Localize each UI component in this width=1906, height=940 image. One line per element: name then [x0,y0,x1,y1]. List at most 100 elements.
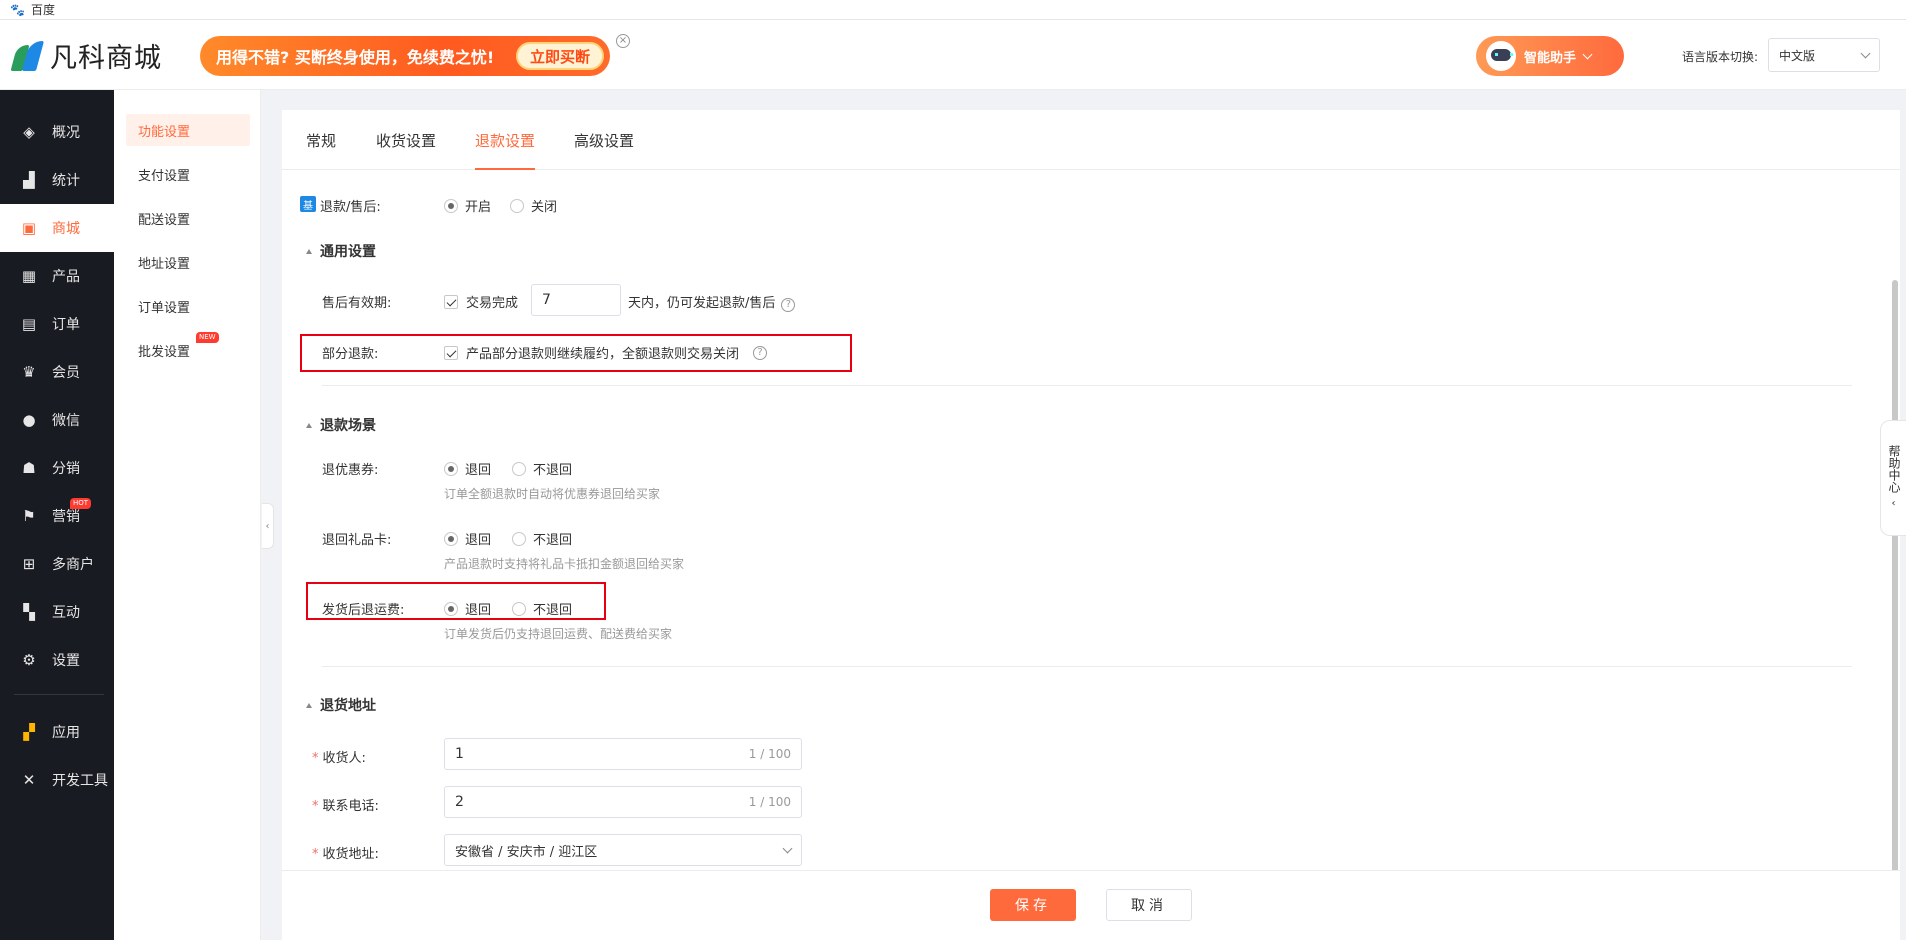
help-center-tab[interactable]: 帮助中心 ‹ [1880,420,1906,536]
tab-receipt[interactable]: 收货设置 [376,130,436,170]
browser-tab-title[interactable]: 百度 [31,1,55,18]
validity-suffix: 天内，仍可发起退款/售后? [628,292,796,312]
validity-checkbox[interactable]: 交易完成 [444,292,518,311]
sidebar-item-label: 统计 [52,173,80,189]
sidebar-item-label: 分销 [52,461,80,477]
gear-icon: ⚙ [22,651,36,669]
language-select[interactable]: 中文版 [1768,38,1880,72]
sidebar-item-label: 设置 [52,653,80,669]
language-label: 语言版本切换: [1682,50,1759,64]
sidebar-item-members[interactable]: ♛ 会员 [0,348,114,396]
receiver-label-text: 收货人: [322,751,366,766]
sidebar-item-distribution[interactable]: ☗ 分销 [0,444,114,492]
freight-label: 发货后退运费: [322,603,405,618]
promo-close-icon[interactable]: × [616,34,630,48]
sidebar-item-label: 概况 [52,125,80,141]
general-section-title[interactable]: 通用设置 [306,241,376,261]
giftcard-return-radio[interactable]: 退回 [444,529,491,548]
sidebar-item-label: 多商户 [52,557,94,573]
receiver-input[interactable]: 1 1 / 100 [444,738,802,770]
collapse-triangle-icon [306,702,312,708]
input-value: 安徽省 / 安庆市 / 迎江区 [455,844,598,860]
help-question-icon[interactable]: ? [781,297,796,312]
scrollbar[interactable] [1892,280,1898,940]
promo-banner[interactable]: 用得不错? 买断终身使用，免续费之忧! 立即买断 [200,36,610,76]
subnav-item-label: 批发设置 [138,344,191,360]
sidebar-item-wechat[interactable]: ● 微信 [0,396,114,444]
logo[interactable]: 凡科商城 [10,36,162,75]
address-select[interactable]: 安徽省 / 安庆市 / 迎江区 [444,834,802,866]
shop-icon: ▣ [21,219,37,237]
checkbox-box [444,345,458,360]
subnav-item-delivery[interactable]: 配送设置 [126,202,250,234]
radio-label: 不退回 [533,463,573,478]
validity-days-input[interactable]: 7 [531,284,621,316]
subnav-item-address[interactable]: 地址设置 [126,246,250,278]
radio-dot [510,198,524,213]
subnav-item-order[interactable]: 订单设置 [126,290,250,322]
radio-label: 不退回 [533,603,573,618]
subnav-item-payment[interactable]: 支付设置 [126,158,250,190]
coupon-noreturn-radio[interactable]: 不退回 [512,459,572,478]
collapse-subnav-handle[interactable]: ‹ [262,503,274,549]
receiver-label: * 收货人: [312,747,366,766]
wechat-icon: ● [22,411,36,429]
new-badge: NEW [196,332,219,343]
sidebar-item-multi-merchant[interactable]: ⊞ 多商户 [0,540,114,588]
address-section-title[interactable]: 退货地址 [306,695,376,715]
sidebar-item-interaction[interactable]: ▚ 互动 [0,588,114,636]
tools-icon: ✕ [22,771,36,789]
phone-input[interactable]: 2 1 / 100 [444,786,802,818]
freight-return-radio[interactable]: 退回 [444,599,491,618]
language-value: 中文版 [1779,48,1816,63]
sidebar-item-orders[interactable]: ▤ 订单 [0,300,114,348]
save-button[interactable]: 保存 [990,889,1076,921]
refund-on-radio[interactable]: 开启 [444,196,491,215]
smart-assistant-button[interactable]: 智能助手 [1476,36,1624,76]
collapse-triangle-icon [306,422,312,428]
subnav-item-function[interactable]: 功能设置 [126,114,250,146]
section-title-text: 退款场景 [320,418,376,434]
sidebar-item-shop[interactable]: ▣ 商城 [0,204,114,252]
cancel-button[interactable]: 取消 [1106,889,1192,921]
buyout-button[interactable]: 立即买断 [515,42,604,70]
app-icon: ▞ [23,723,35,741]
sidebar-item-products[interactable]: ▦ 产品 [0,252,114,300]
sidebar-item-label: 会员 [52,365,80,381]
freight-noreturn-radio[interactable]: 不退回 [512,599,572,618]
settings-tabs: 常规 收货设置 退款设置 高级设置 [282,110,1900,170]
input-value: 1 [455,746,464,762]
input-value: 2 [455,794,464,810]
sidebar-item-label: 微信 [52,413,80,429]
scenes-section-title[interactable]: 退款场景 [306,415,376,435]
sidebar-item-overview[interactable]: ◈ 概况 [0,108,114,156]
hot-badge: HOT [70,498,92,509]
giftcard-label: 退回礼品卡: [322,533,392,548]
coupon-return-radio[interactable]: 退回 [444,459,491,478]
tab-refund[interactable]: 退款设置 [475,130,536,170]
action-footer: 保存 取消 [282,870,1900,940]
refund-off-radio[interactable]: 关闭 [510,196,557,215]
sidebar-item-settings[interactable]: ⚙ 设置 [0,636,114,684]
subnav-item-wholesale[interactable]: 批发设置 NEW [126,332,250,366]
crown-icon: ♛ [22,363,36,381]
sidebar-item-label: 开发工具 [52,773,108,789]
giftcard-noreturn-radio[interactable]: 不退回 [512,529,572,548]
settings-subnav: 功能设置 支付设置 配送设置 地址设置 订单设置 批发设置 NEW [114,90,261,940]
tab-advanced[interactable]: 高级设置 [574,130,634,170]
checkbox-box [444,294,458,309]
chevron-left-icon: ‹ [1891,498,1896,509]
collapse-triangle-icon [306,248,312,254]
flag-icon: ⚑ [22,507,36,525]
sidebar-item-dev-tools[interactable]: ✕ 开发工具 [0,756,114,804]
partial-refund-checkbox[interactable]: 产品部分退款则继续履约，全额退款则交易关闭? [444,343,768,362]
grid-icon: ▦ [21,267,37,285]
sidebar-item-label: 应用 [52,725,80,741]
main-panel: 常规 收货设置 退款设置 高级设置 基 退款/售后: 开启 关闭 通用设置 售后… [282,110,1900,940]
help-question-icon[interactable]: ? [753,345,768,360]
sidebar-item-apps[interactable]: ▞ 应用 [0,708,114,756]
sidebar-item-marketing[interactable]: ⚑ 营销 HOT [0,492,114,540]
promo-text: 用得不错? 买断终身使用，免续费之忧! [216,48,495,67]
sidebar-item-stats[interactable]: ▟ 统计 [0,156,114,204]
tab-general[interactable]: 常规 [306,130,336,170]
